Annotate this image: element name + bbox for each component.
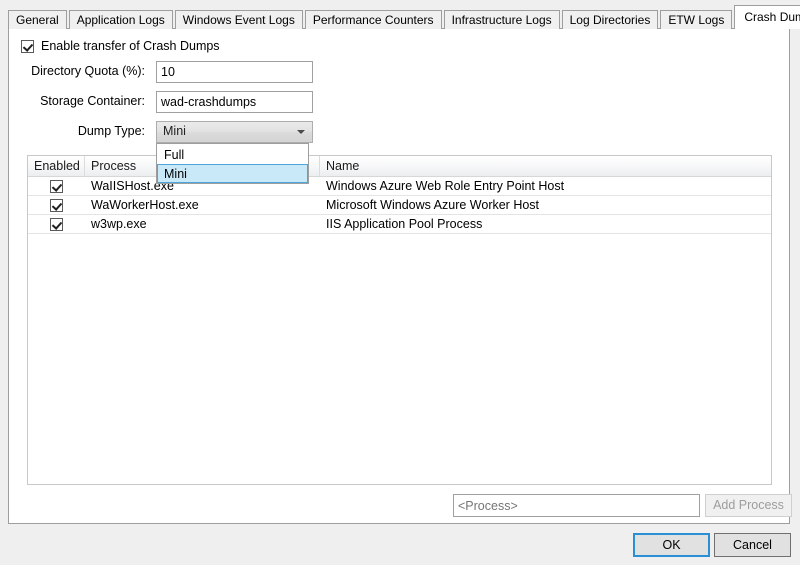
row-name-cell: Windows Azure Web Role Entry Point Host: [320, 177, 771, 195]
directory-quota-label-box: Directory Quota (%):: [27, 61, 145, 83]
ok-button[interactable]: OK: [633, 533, 710, 557]
row-enabled-checkbox[interactable]: [50, 180, 63, 193]
column-header-enabled[interactable]: Enabled: [28, 156, 85, 176]
dump-type-combobox[interactable]: Mini: [156, 121, 313, 143]
row-enabled-cell: [28, 215, 85, 233]
column-header-name[interactable]: Name: [320, 156, 771, 176]
row-enabled-cell: [28, 196, 85, 214]
tab-infrastructure-logs[interactable]: Infrastructure Logs: [444, 10, 560, 29]
row-process-cell: w3wp.exe: [85, 215, 320, 233]
tab-log-directories[interactable]: Log Directories: [562, 10, 659, 29]
dropdown-option-mini[interactable]: Mini: [157, 164, 308, 183]
process-table-header: Enabled Process Name: [28, 156, 771, 177]
row-name-cell: Microsoft Windows Azure Worker Host: [320, 196, 771, 214]
cancel-button[interactable]: Cancel: [714, 533, 791, 557]
storage-container-row: Storage Container:: [9, 91, 789, 113]
row-enabled-cell: [28, 177, 85, 195]
directory-quota-row: Directory Quota (%):: [9, 61, 789, 83]
row-name-cell: IIS Application Pool Process: [320, 215, 771, 233]
table-row[interactable]: w3wp.exe IIS Application Pool Process: [28, 215, 771, 234]
tab-strip: General Application Logs Windows Event L…: [8, 6, 800, 29]
enable-transfer-label: Enable transfer of Crash Dumps: [41, 39, 220, 53]
table-row[interactable]: WaWorkerHost.exe Microsoft Windows Azure…: [28, 196, 771, 215]
enable-transfer-row[interactable]: Enable transfer of Crash Dumps: [21, 39, 220, 53]
row-enabled-checkbox[interactable]: [50, 199, 63, 212]
storage-container-label: Storage Container:: [40, 94, 145, 108]
crash-dumps-panel: Enable transfer of Crash Dumps Directory…: [8, 28, 790, 524]
chevron-down-icon: [297, 130, 305, 134]
dump-type-dropdown-list[interactable]: Full Mini: [156, 143, 309, 184]
dump-type-label-box: Dump Type:: [27, 121, 145, 143]
storage-container-input[interactable]: [156, 91, 313, 113]
tab-etw-logs[interactable]: ETW Logs: [660, 10, 732, 29]
dropdown-option-full[interactable]: Full: [157, 145, 308, 164]
add-process-button[interactable]: Add Process: [705, 494, 792, 517]
process-table[interactable]: Enabled Process Name WaIISHost.exe Windo…: [27, 155, 772, 485]
tab-windows-event-logs[interactable]: Windows Event Logs: [175, 10, 303, 29]
row-enabled-checkbox[interactable]: [50, 218, 63, 231]
storage-container-label-box: Storage Container:: [27, 91, 145, 113]
tab-performance-counters[interactable]: Performance Counters: [305, 10, 442, 29]
dump-type-row: Dump Type: Mini Full Mini: [9, 121, 789, 143]
tab-general[interactable]: General: [8, 10, 67, 29]
dump-type-label: Dump Type:: [78, 124, 145, 138]
add-process-input[interactable]: [453, 494, 700, 517]
dump-type-selected-value: Mini: [163, 124, 186, 138]
table-row[interactable]: WaIISHost.exe Windows Azure Web Role Ent…: [28, 177, 771, 196]
tab-crash-dumps[interactable]: Crash Dumps: [734, 5, 800, 29]
directory-quota-input[interactable]: [156, 61, 313, 83]
row-process-cell: WaWorkerHost.exe: [85, 196, 320, 214]
tab-application-logs[interactable]: Application Logs: [69, 10, 173, 29]
directory-quota-label: Directory Quota (%):: [31, 64, 145, 78]
enable-transfer-checkbox[interactable]: [21, 40, 34, 53]
